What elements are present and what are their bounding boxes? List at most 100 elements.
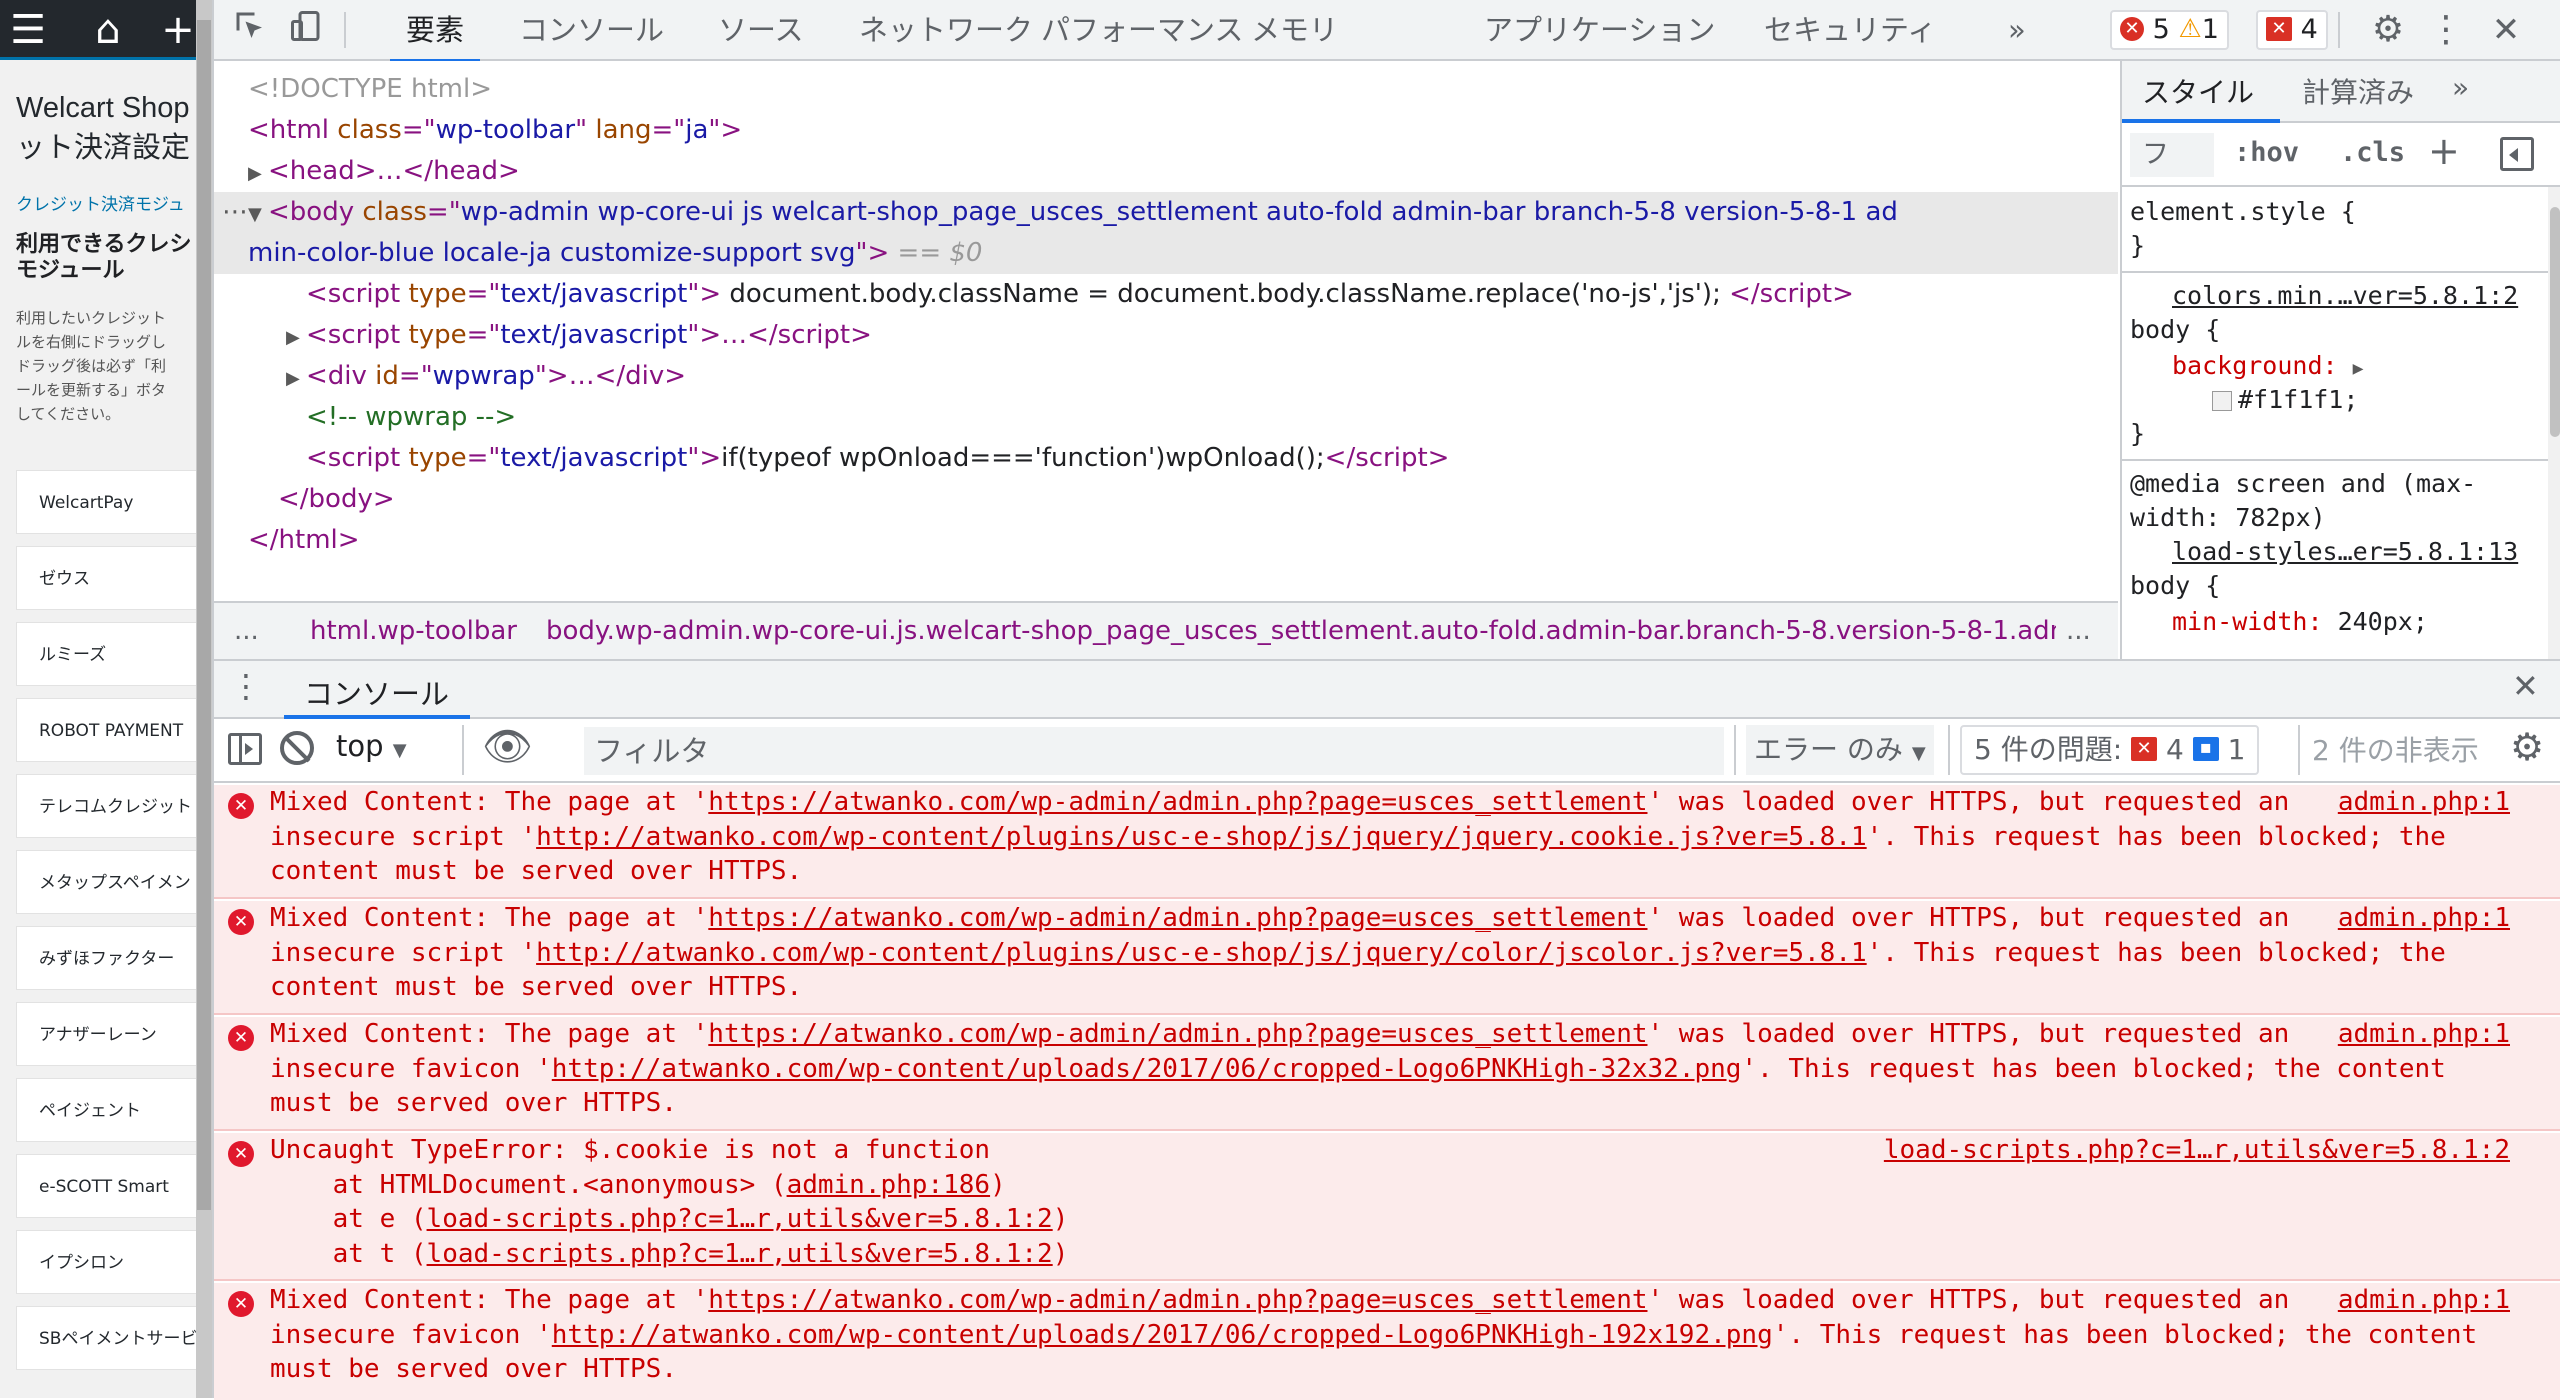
menu-icon[interactable]: ☰ <box>6 8 50 52</box>
context-selector[interactable]: top ▼ <box>336 729 407 763</box>
toggle-sidebar-icon[interactable] <box>2500 137 2534 171</box>
message-source-link[interactable]: load-scripts.php?c=1…r,utils&ver=5.8.1:2 <box>1884 1133 2510 1168</box>
dom-node-html-close[interactable]: </html> <box>214 520 2118 561</box>
stack-frame-link[interactable]: load-scripts.php?c=1…r,utils&ver=5.8.1:2 <box>427 1204 1053 1234</box>
module-item[interactable]: WelcartPay <box>16 470 196 534</box>
tab-styles[interactable]: スタイル <box>2142 71 2254 111</box>
expand-triangle-icon[interactable]: ▶ <box>286 317 306 358</box>
new-rule-plus-icon[interactable]: + <box>2428 129 2460 173</box>
page-scrollbar[interactable] <box>196 0 212 1398</box>
device-toolbar-icon[interactable] <box>284 8 328 52</box>
source-link-text[interactable]: colors.min.…ver=5.8.1:2 <box>2172 281 2518 310</box>
tab-application[interactable]: アプリケーション <box>1484 0 1715 61</box>
message-source-link[interactable]: admin.php:1 <box>2338 901 2510 936</box>
tab-sources[interactable]: ソース <box>718 0 804 61</box>
url-link[interactable]: http://atwanko.com/wp-content/uploads/20… <box>552 1054 1742 1084</box>
drawer-tab-console[interactable]: コンソール <box>304 671 449 713</box>
tab-network[interactable]: ネットワーク <box>859 0 1033 61</box>
dom-node-body-close[interactable]: </body> <box>214 479 2118 520</box>
color-swatch[interactable] <box>2212 391 2232 411</box>
dom-node-comment[interactable]: <!-- wpwrap --> <box>214 397 2118 438</box>
breadcrumb-body[interactable]: body.wp-admin.wp-core-ui.js.welcart-shop… <box>546 603 2056 659</box>
url-link[interactable]: https://atwanko.com/wp-admin/admin.php?p… <box>708 787 1647 817</box>
module-item[interactable]: メタップスペイメン <box>16 850 196 914</box>
url-link[interactable]: https://atwanko.com/wp-admin/admin.php?p… <box>708 903 1647 933</box>
dom-node-script[interactable]: ▶ <script type="text/javascript">…</scrip… <box>214 315 2118 356</box>
css-selector[interactable]: body { <box>2130 313 2220 346</box>
dom-node-html[interactable]: <html class="wp-toolbar" lang="ja"> <box>214 110 2118 151</box>
expand-triangle-icon[interactable]: ▶ <box>286 358 306 399</box>
stack-frame-link[interactable]: admin.php:186 <box>787 1170 991 1200</box>
stack-frame-link[interactable]: load-scripts.php?c=1…r,utils&ver=5.8.1:2 <box>427 1239 1053 1269</box>
module-item[interactable]: ルミーズ <box>16 622 196 686</box>
inspect-element-icon[interactable] <box>228 8 272 52</box>
dom-node-head[interactable]: ▶ <head>…</head> <box>214 151 2118 192</box>
console-error-message[interactable]: ✕ Mixed Content: The page at 'https://at… <box>214 785 2560 899</box>
kebab-menu-icon[interactable]: ⋮ <box>2424 8 2468 52</box>
more-tabs-button[interactable]: » <box>2452 71 2469 104</box>
breadcrumb-overflow-left[interactable]: ... <box>234 603 259 659</box>
close-devtools-icon[interactable]: ✕ <box>2484 8 2528 52</box>
css-selector[interactable]: body { <box>2130 569 2220 602</box>
show-sidebar-icon[interactable] <box>228 733 262 765</box>
rule-source-link[interactable]: colors.min.…ver=5.8.1:2 <box>2172 279 2518 312</box>
breadcrumb-html[interactable]: html.wp-toolbar <box>310 603 517 659</box>
console-error-message[interactable]: ✕ Uncaught TypeError: $.cookie is not a … <box>214 1133 2560 1281</box>
tab-elements[interactable]: 要素 <box>389 0 481 63</box>
log-level-dropdown[interactable]: エラー のみ ▼ <box>1746 725 1934 775</box>
dom-node-script[interactable]: <script type="text/javascript">if(typeof… <box>214 438 2118 479</box>
element-style-selector[interactable]: element.style { <box>2130 195 2356 228</box>
url-link[interactable]: http://atwanko.com/wp-content/plugins/us… <box>536 938 1867 968</box>
collapse-triangle-icon[interactable]: ▼ <box>248 194 268 235</box>
tab-memory[interactable]: メモリ <box>1251 0 1338 61</box>
console-error-message[interactable]: ✕ Mixed Content: The page at 'https://at… <box>214 1283 2560 1400</box>
message-source-link[interactable]: admin.php:1 <box>2338 1283 2510 1318</box>
dom-node-body-selected[interactable]: ⋯ ▼ <body class="wp-admin wp-core-ui js w… <box>214 192 2118 274</box>
message-source-link[interactable]: admin.php:1 <box>2338 1017 2510 1052</box>
tab-console[interactable]: コンソール <box>519 0 664 61</box>
styles-scrollbar[interactable] <box>2548 187 2560 659</box>
url-link[interactable]: https://atwanko.com/wp-admin/admin.php?p… <box>708 1285 1647 1315</box>
dom-node-script[interactable]: <script type="text/javascript"> document… <box>214 274 2118 315</box>
issues-badge[interactable]: ✕ 4 <box>2256 10 2328 50</box>
breadcrumb-overflow-right[interactable]: ... <box>2066 603 2091 659</box>
dom-node-div-wpwrap[interactable]: ▶ <div id="wpwrap">…</div> <box>214 356 2118 397</box>
console-settings-gear-icon[interactable]: ⚙ <box>2510 725 2544 769</box>
css-value-row[interactable]: #f1f1f1; <box>2212 383 2358 416</box>
module-item[interactable]: みずほファクター <box>16 926 196 990</box>
module-item[interactable]: イプシロン <box>16 1230 196 1294</box>
live-expression-eye-icon[interactable]: 👁 <box>482 723 533 770</box>
node-actions-ellipsis[interactable]: ⋯ <box>222 192 248 233</box>
class-toggle[interactable]: .cls <box>2340 137 2405 168</box>
styles-filter-input[interactable]: フ <box>2130 133 2214 177</box>
module-item[interactable]: ゼウス <box>16 546 196 610</box>
scrollbar-thumb[interactable] <box>197 20 211 1210</box>
console-error-message[interactable]: ✕ Mixed Content: The page at 'https://at… <box>214 901 2560 1015</box>
drawer-menu-icon[interactable]: ⋮ <box>230 667 262 705</box>
console-filter-input[interactable]: フィルタ <box>584 727 1724 775</box>
module-item[interactable]: テレコムクレジット <box>16 774 196 838</box>
url-link[interactable]: https://atwanko.com/wp-admin/admin.php?p… <box>708 1019 1647 1049</box>
module-item[interactable]: ペイジェント <box>16 1078 196 1142</box>
expand-triangle-icon[interactable]: ▶ <box>2353 358 2364 379</box>
dom-node-doctype[interactable]: <!DOCTYPE html> <box>214 69 2118 110</box>
clear-console-icon[interactable] <box>280 731 314 765</box>
console-error-message[interactable]: ✕ Mixed Content: The page at 'https://at… <box>214 1017 2560 1131</box>
message-source-link[interactable]: admin.php:1 <box>2338 785 2510 820</box>
css-declaration[interactable]: min-width: 240px; <box>2172 605 2428 638</box>
more-tabs-button[interactable]: » <box>2008 0 2026 61</box>
expand-triangle-icon[interactable]: ▶ <box>248 153 268 194</box>
home-icon[interactable]: ⌂ <box>86 8 130 52</box>
settings-gear-icon[interactable]: ⚙ <box>2366 8 2410 52</box>
url-link[interactable]: http://atwanko.com/wp-content/uploads/20… <box>552 1320 1773 1350</box>
url-link[interactable]: http://atwanko.com/wp-content/plugins/us… <box>536 822 1867 852</box>
issues-button[interactable]: 5 件の問題: ✕ 4 ▪ 1 <box>1960 725 2260 775</box>
module-item[interactable]: SBペイメントサービ <box>16 1306 196 1370</box>
css-declaration[interactable]: background: ▶ <box>2172 349 2363 385</box>
source-link-text[interactable]: load-styles…er=5.8.1:13 <box>2172 537 2518 566</box>
tab-performance[interactable]: パフォーマンス <box>1041 0 1243 61</box>
scrollbar-thumb[interactable] <box>2550 207 2560 437</box>
hover-state-toggle[interactable]: :hov <box>2234 137 2299 168</box>
module-item[interactable]: e-SCOTT Smart <box>16 1154 196 1218</box>
module-item[interactable]: アナザーレーン <box>16 1002 196 1066</box>
